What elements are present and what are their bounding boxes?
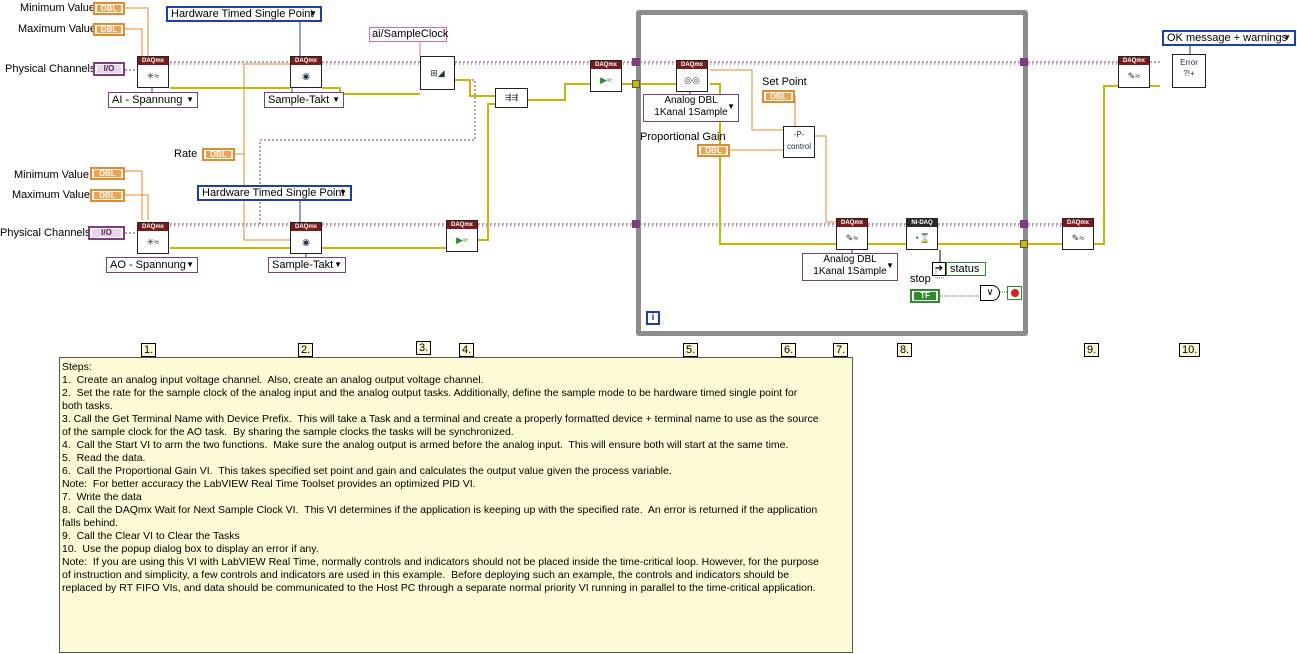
chevron-down-icon: ▼ [334, 260, 342, 269]
label-rate: Rate [174, 148, 198, 160]
or-gate: ∨ [980, 285, 1000, 301]
step-label-5: 5. [683, 343, 699, 357]
create-channel-icon: ✳≈ [146, 71, 160, 81]
daqmx-read-vi[interactable]: DAQmx ◎◎ [676, 60, 708, 92]
step-label-1: 1. [141, 343, 157, 357]
create-channel-icon: ✳≈ [146, 237, 160, 247]
daqmx-timing-ai-vi[interactable]: DAQmx ◉ [290, 56, 322, 88]
read-mode-selector[interactable]: Analog DBL 1Kanal 1Sample ▼ [643, 94, 739, 122]
label-physical-channels-ao: Physical Channels [0, 227, 91, 239]
label-max-value-ai: Maximum Value [18, 23, 97, 35]
daqmx-write-vi[interactable]: DAQmx ✎≈ [836, 218, 868, 250]
simple-error-handler-vi[interactable]: Error ?!+ [1172, 54, 1206, 88]
dbl-max-ao[interactable]: DBL [90, 189, 125, 202]
terminal-name-icon: ⊞◢ [430, 68, 445, 78]
step-label-2: 2. [298, 343, 314, 357]
step-label-7: 7. [833, 343, 849, 357]
step-label-3: 3. [416, 341, 432, 355]
shift-terminal [1020, 58, 1028, 66]
shift-terminal [632, 220, 640, 228]
control-icon: -P-control [786, 130, 811, 151]
dbl-rate[interactable]: DBL [202, 148, 235, 161]
error-icon: Error ?!+ [1180, 58, 1198, 78]
daqmx-create-channel-ai-vi[interactable]: DAQmx ✳≈ [137, 56, 169, 88]
shift-terminal [1020, 240, 1028, 248]
label-min-value-ao: Minimum Value [14, 169, 89, 181]
io-physical-channels-ai[interactable]: I/O [93, 62, 125, 76]
stop-bool-control[interactable]: TF [910, 289, 940, 303]
start-icon: ▶≈ [600, 75, 612, 85]
clock-icon: ◉ [302, 237, 310, 247]
label-physical-channels-ai: Physical Channels [5, 63, 96, 75]
wait-clock-icon: ◔⌛ [913, 233, 931, 243]
write-mode-selector[interactable]: Analog DBL 1Kanal 1Sample ▼ [802, 253, 898, 281]
get-terminal-name-vi[interactable]: ⊞◢ [420, 56, 455, 90]
shift-terminal [1020, 220, 1028, 228]
daqmx-timing-ao-vi[interactable]: DAQmx ◉ [290, 222, 322, 254]
status-indicator: status [946, 262, 986, 276]
steps-notes: Steps: 1. Create an analog input voltage… [59, 357, 853, 653]
dbl-min-ai[interactable]: DBL [93, 2, 125, 15]
label-max-value-ao: Maximum Value [12, 189, 91, 201]
label-set-point: Set Point [762, 76, 807, 88]
iteration-terminal: i [646, 311, 660, 325]
dbl-proportional-gain[interactable]: DBL [697, 144, 730, 157]
step-label-8: 8. [897, 343, 913, 357]
daqmx-clear-ai-vi[interactable]: DAQmx ✎≈ [1118, 56, 1150, 88]
step-label-6: 6. [781, 343, 797, 357]
daqmx-wait-next-sample-clock-vi[interactable]: NI-DAQ ◔⌛ [906, 218, 938, 250]
chevron-down-icon: ▼ [186, 260, 194, 269]
chevron-down-icon: ▼ [332, 95, 340, 104]
chevron-down-icon: ▼ [886, 261, 894, 270]
ai-voltage-selector[interactable]: AI - Spannung ▼ [108, 92, 198, 108]
shift-terminal [632, 80, 640, 88]
dbl-min-ao[interactable]: DBL [90, 167, 125, 180]
loop-condition-stop-icon[interactable] [1007, 286, 1022, 300]
chevron-down-icon: ▼ [339, 188, 347, 197]
error-dialog-mode-selector[interactable]: OK message + warnings ▼ [1162, 30, 1296, 46]
daqmx-start-ai-vi[interactable]: DAQmx ▶≈ [590, 60, 622, 92]
chevron-down-icon: ▼ [1283, 33, 1291, 42]
proportional-control-vi[interactable]: -P-control [783, 126, 815, 158]
dbl-set-point[interactable]: DBL [762, 90, 795, 103]
sample-mode-selector-ao[interactable]: Hardware Timed Single Point ▼ [197, 185, 352, 201]
sample-clock-selector-ai[interactable]: Sample-Takt ▼ [264, 92, 344, 108]
start-icon: ▶≈ [456, 235, 468, 245]
eraser-icon: ✎≈ [1071, 233, 1085, 243]
terminal-string-constant[interactable]: ai/SampleClock [369, 27, 448, 42]
clock-icon: ◉ [302, 71, 310, 81]
read-icon: ◎◎ [684, 75, 700, 85]
step-label-10: 10. [1179, 343, 1201, 357]
chevron-down-icon: ▼ [186, 95, 194, 104]
while-loop [636, 10, 1028, 336]
eraser-icon: ✎≈ [1127, 71, 1141, 81]
io-physical-channels-ao[interactable]: I/O [88, 226, 125, 240]
step-label-4: 4. [459, 343, 475, 357]
label-min-value-ai: Minimum Value [20, 2, 95, 14]
label-proportional-gain: Proportional Gain [640, 131, 726, 143]
merge-errors-icon: ⇶⇶ [504, 93, 519, 102]
sample-mode-selector-ai[interactable]: Hardware Timed Single Point ▼ [166, 6, 322, 22]
shift-terminal [632, 58, 640, 66]
chevron-down-icon: ▼ [727, 102, 735, 111]
label-stop: stop [910, 273, 931, 285]
merge-errors-vi[interactable]: ⇶⇶ [495, 88, 528, 108]
step-label-9: 9. [1084, 343, 1100, 357]
dbl-max-ai[interactable]: DBL [93, 23, 125, 36]
write-icon: ✎≈ [845, 233, 859, 243]
daqmx-start-ao-vi[interactable]: DAQmx ▶≈ [446, 220, 478, 252]
chevron-down-icon: ▼ [309, 9, 317, 18]
daqmx-create-channel-ao-vi[interactable]: DAQmx ✳≈ [137, 222, 169, 254]
ao-voltage-selector[interactable]: AO - Spannung ▼ [106, 257, 198, 273]
daqmx-clear-ao-vi[interactable]: DAQmx ✎≈ [1062, 218, 1094, 250]
sample-clock-selector-ao[interactable]: Sample-Takt ▼ [268, 257, 346, 273]
unbundle-status-node: ➜ [932, 262, 946, 276]
